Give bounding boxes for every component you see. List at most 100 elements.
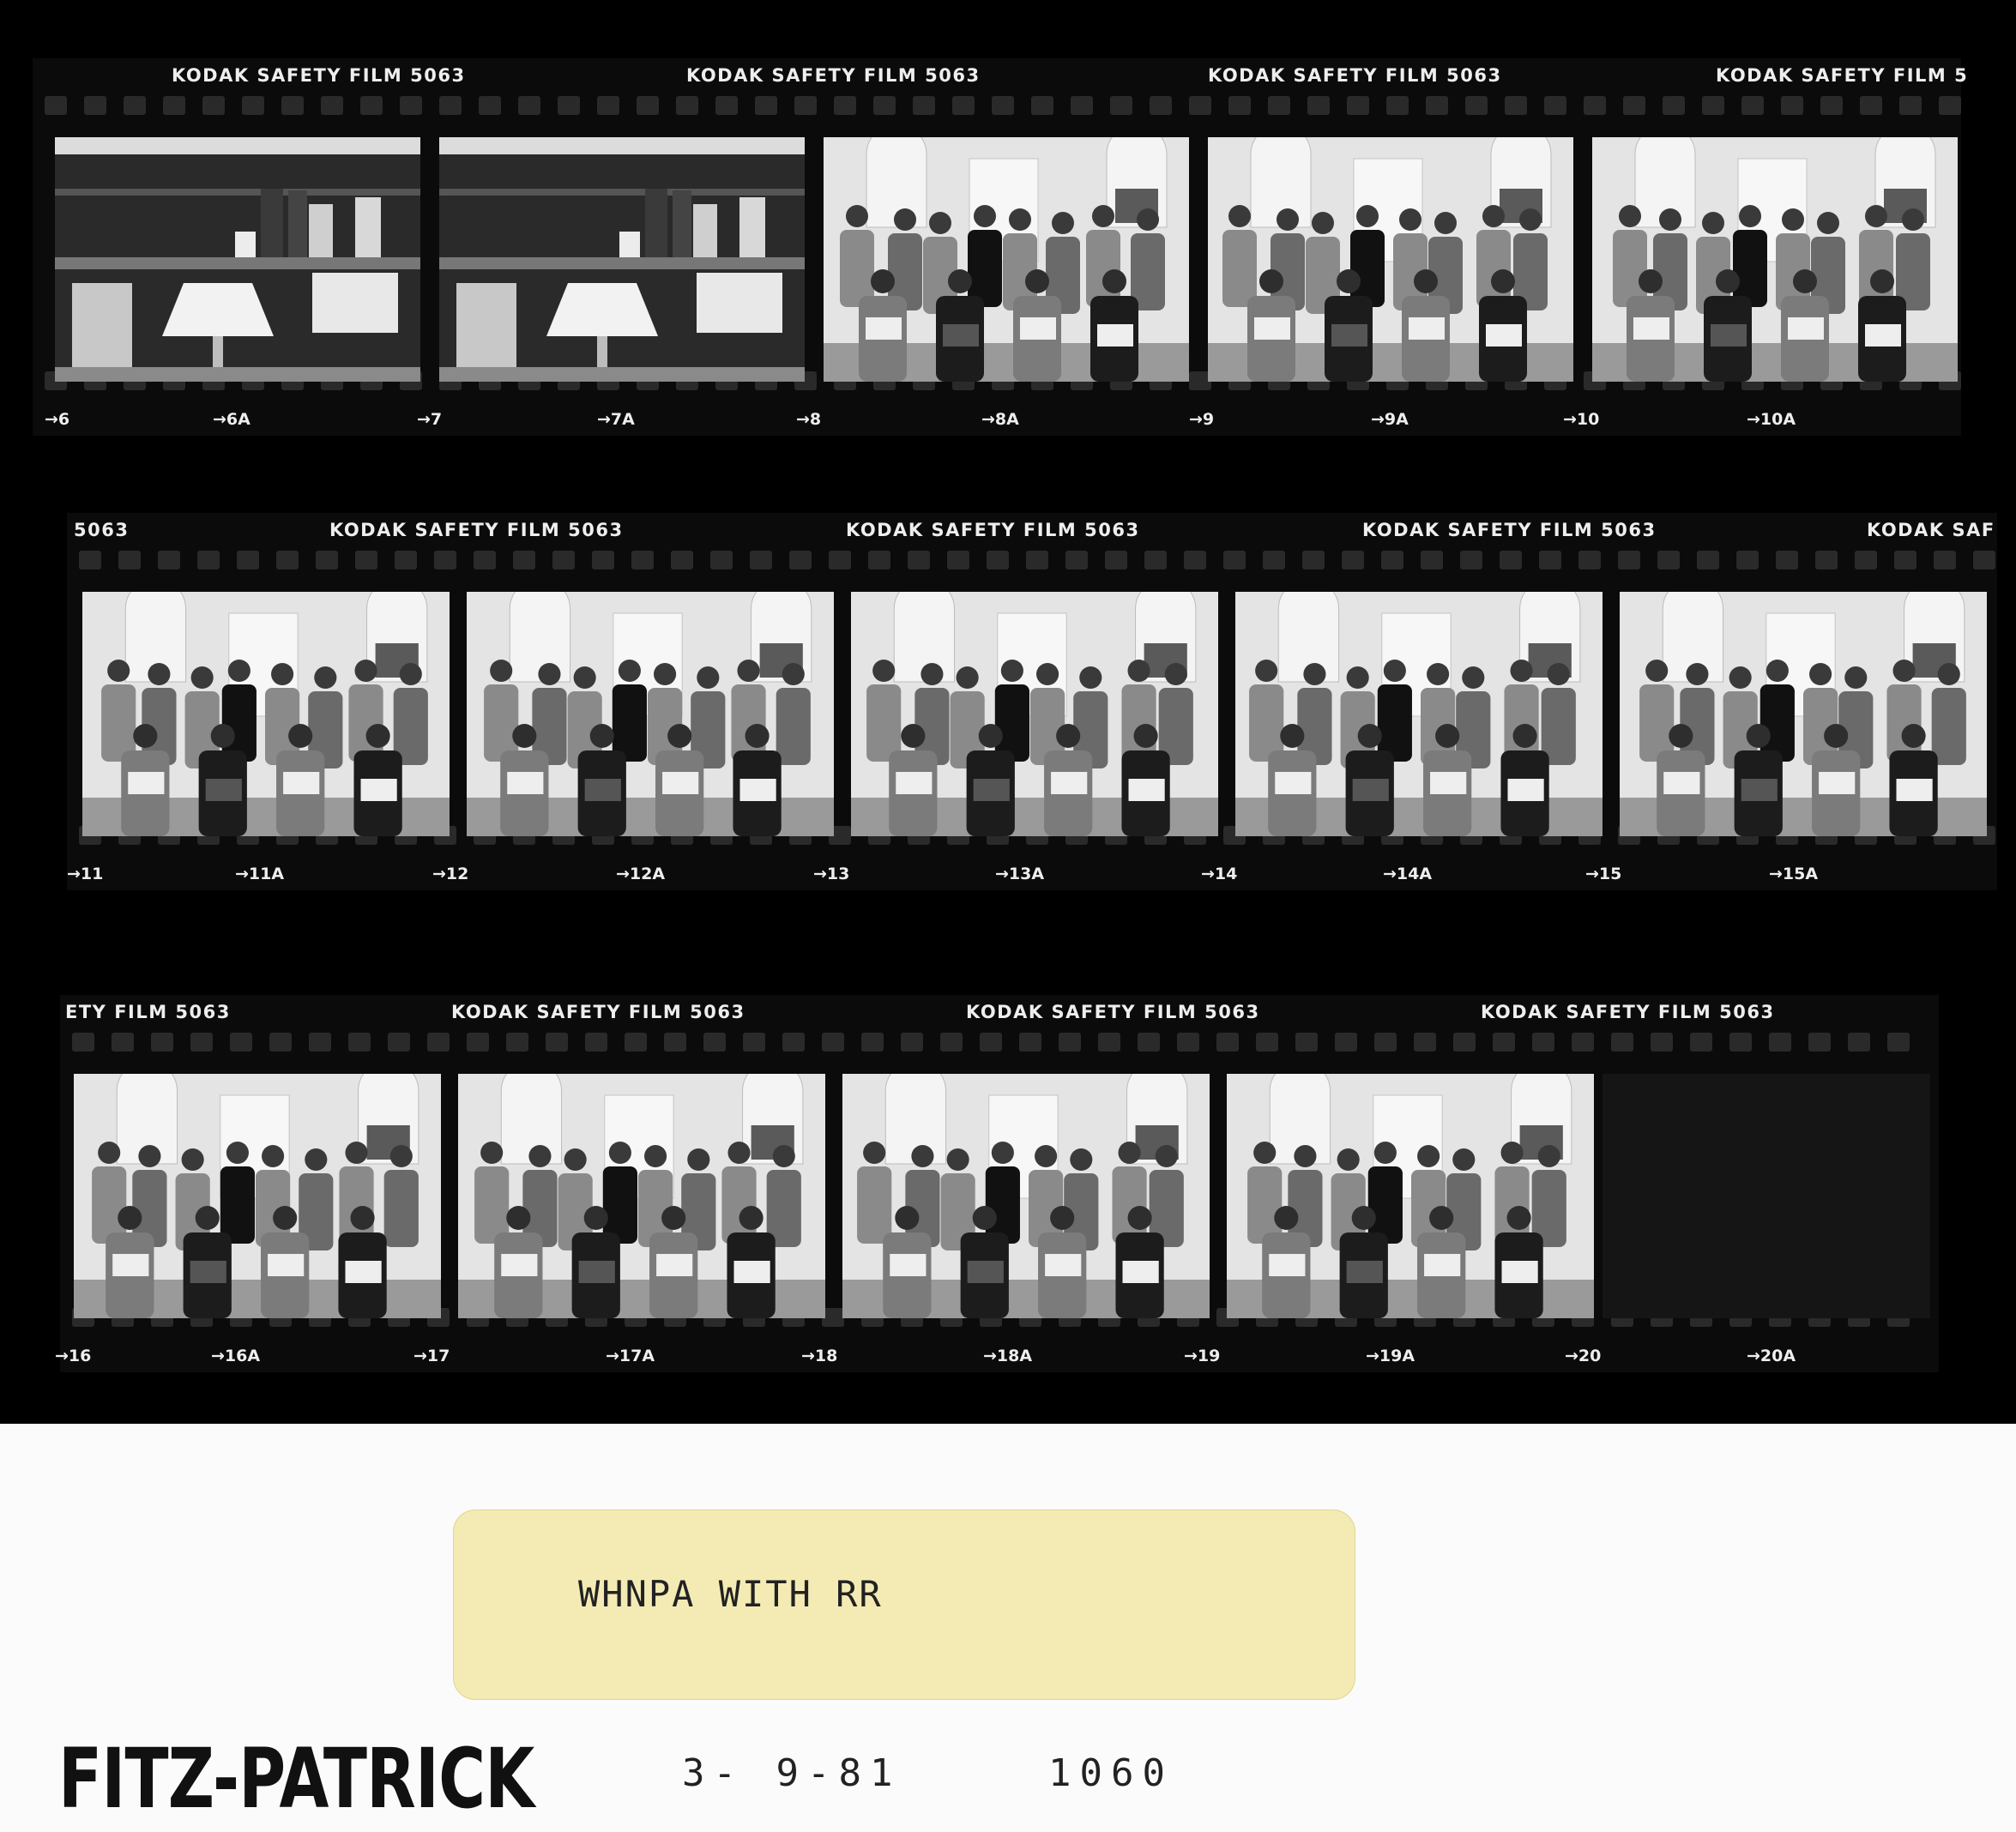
edge-label: KODAK SAFETY FILM 5063 bbox=[172, 65, 466, 86]
sprocket-hole bbox=[822, 1033, 844, 1052]
sprocket-hole bbox=[1184, 551, 1206, 569]
sprocket-hole bbox=[1144, 551, 1167, 569]
sprocket-hole bbox=[163, 96, 185, 115]
group-photo bbox=[824, 137, 1189, 382]
sprocket-hole bbox=[1059, 1033, 1081, 1052]
frame-16 bbox=[74, 1074, 441, 1318]
frame-11 bbox=[82, 592, 450, 836]
edge-label: KODAK SAFETY FILM 5063 bbox=[1208, 65, 1502, 86]
frame-number: →19 bbox=[1184, 1347, 1221, 1365]
frame-number: →17 bbox=[413, 1347, 450, 1365]
sprocket-hole bbox=[237, 551, 259, 569]
sprocket-hole bbox=[597, 96, 619, 115]
frame-number: →15 bbox=[1585, 865, 1622, 883]
sprocket-hole bbox=[1544, 96, 1566, 115]
edge-label: KODAK SAF bbox=[1867, 520, 1995, 540]
sprocket-hole bbox=[45, 96, 67, 115]
edge-label: KODAK SAFETY FILM 5063 bbox=[966, 1002, 1260, 1022]
sprocket-hole bbox=[479, 96, 501, 115]
frame-6 bbox=[55, 137, 420, 382]
frame-number: →13A bbox=[995, 865, 1045, 883]
sprocket-hole bbox=[112, 1033, 134, 1052]
sprocket-hole bbox=[980, 1033, 1002, 1052]
sprocket-hole bbox=[1702, 96, 1724, 115]
sprocket-hole bbox=[84, 96, 106, 115]
sprocket-hole bbox=[1741, 96, 1764, 115]
sprocket-hole bbox=[558, 96, 580, 115]
sprocket-hole bbox=[834, 96, 856, 115]
sprocket-hole bbox=[518, 96, 540, 115]
frame-number: →11 bbox=[67, 865, 104, 883]
sprocket-hole bbox=[1177, 1033, 1199, 1052]
group-photo bbox=[82, 592, 450, 836]
frame-10 bbox=[1592, 137, 1958, 382]
frame-number: →15A bbox=[1769, 865, 1819, 883]
edge-label: KODAK SAFETY FILM 5063 bbox=[1362, 520, 1657, 540]
sprocket-hole bbox=[952, 96, 975, 115]
frame-number: →10 bbox=[1563, 410, 1600, 429]
sprocket-hole bbox=[1189, 96, 1211, 115]
frame-number: →16A bbox=[211, 1347, 261, 1365]
sprocket-hole bbox=[1493, 1033, 1515, 1052]
sprocket-hole bbox=[940, 1033, 963, 1052]
sprocket-hole bbox=[124, 96, 146, 115]
sprocket-hole bbox=[118, 551, 141, 569]
sprocket-hole bbox=[316, 551, 338, 569]
frame-17 bbox=[458, 1074, 825, 1318]
frame-9 bbox=[1208, 137, 1573, 382]
sprocket-hole bbox=[1414, 1033, 1436, 1052]
sprocket-hole bbox=[585, 1033, 607, 1052]
photographer-stamp: FITZ-PATRICK bbox=[58, 1731, 534, 1827]
sprocket-hole bbox=[1263, 551, 1285, 569]
film-strip-3: ETY FILM 5063 KODAK SAFETY FILM 5063 KOD… bbox=[55, 995, 1939, 1372]
sprocket-hole bbox=[913, 96, 935, 115]
sprocket-hole bbox=[829, 551, 851, 569]
frame-number: →16 bbox=[55, 1347, 92, 1365]
sprocket-hole bbox=[202, 96, 225, 115]
sprocket-hole bbox=[1216, 1033, 1239, 1052]
sprocket-hole bbox=[72, 1033, 94, 1052]
frame-number: →14A bbox=[1383, 865, 1433, 883]
sprocket-hole bbox=[868, 551, 890, 569]
sprocket-hole bbox=[1532, 1033, 1554, 1052]
frame-number: →7 bbox=[417, 410, 443, 429]
sprocket-hole bbox=[309, 1033, 331, 1052]
sprocket-hole bbox=[1894, 551, 1916, 569]
sprocket-hole bbox=[1657, 551, 1680, 569]
sprocket-hole bbox=[1110, 96, 1132, 115]
sprocket-hole bbox=[782, 1033, 805, 1052]
sprocket-hole bbox=[1729, 1033, 1752, 1052]
sprocket-hole bbox=[1815, 551, 1838, 569]
sprocket-hole bbox=[1150, 96, 1172, 115]
sprocket-hole bbox=[1939, 96, 1961, 115]
sprocket-hole bbox=[1887, 1033, 1910, 1052]
sprocket-hole bbox=[992, 96, 1014, 115]
sprocket-hole bbox=[1860, 96, 1882, 115]
frame-number: →8A bbox=[981, 410, 1019, 429]
sprocket-hole bbox=[348, 1033, 371, 1052]
frame-number: →19A bbox=[1366, 1347, 1415, 1365]
frame-number: →7A bbox=[597, 410, 635, 429]
sprocket-hole bbox=[1138, 1033, 1160, 1052]
group-photo bbox=[1227, 1074, 1594, 1318]
sprocket-hole bbox=[1421, 551, 1443, 569]
sprocket-hole bbox=[158, 551, 180, 569]
sprocket-hole bbox=[873, 96, 896, 115]
sprocket-hole bbox=[676, 96, 698, 115]
frame-number: →10A bbox=[1747, 410, 1796, 429]
frame-number: →18A bbox=[983, 1347, 1033, 1365]
sprocket-hole bbox=[1848, 1033, 1870, 1052]
sprocket-hole bbox=[434, 551, 456, 569]
frame-number: →20 bbox=[1565, 1347, 1602, 1365]
sprocket-hole bbox=[1973, 551, 1995, 569]
sprocket-hole bbox=[1623, 96, 1645, 115]
sprocket-hole bbox=[1105, 551, 1127, 569]
sprocket-hole bbox=[1572, 1033, 1594, 1052]
sprocket-hole bbox=[552, 551, 575, 569]
sprocket-hole bbox=[908, 551, 930, 569]
sprocket-hole bbox=[1505, 96, 1527, 115]
sprocket-hole bbox=[703, 1033, 726, 1052]
sprocket-hole bbox=[1335, 1033, 1357, 1052]
group-photo bbox=[1208, 137, 1573, 382]
sprocket-hole bbox=[1381, 551, 1403, 569]
